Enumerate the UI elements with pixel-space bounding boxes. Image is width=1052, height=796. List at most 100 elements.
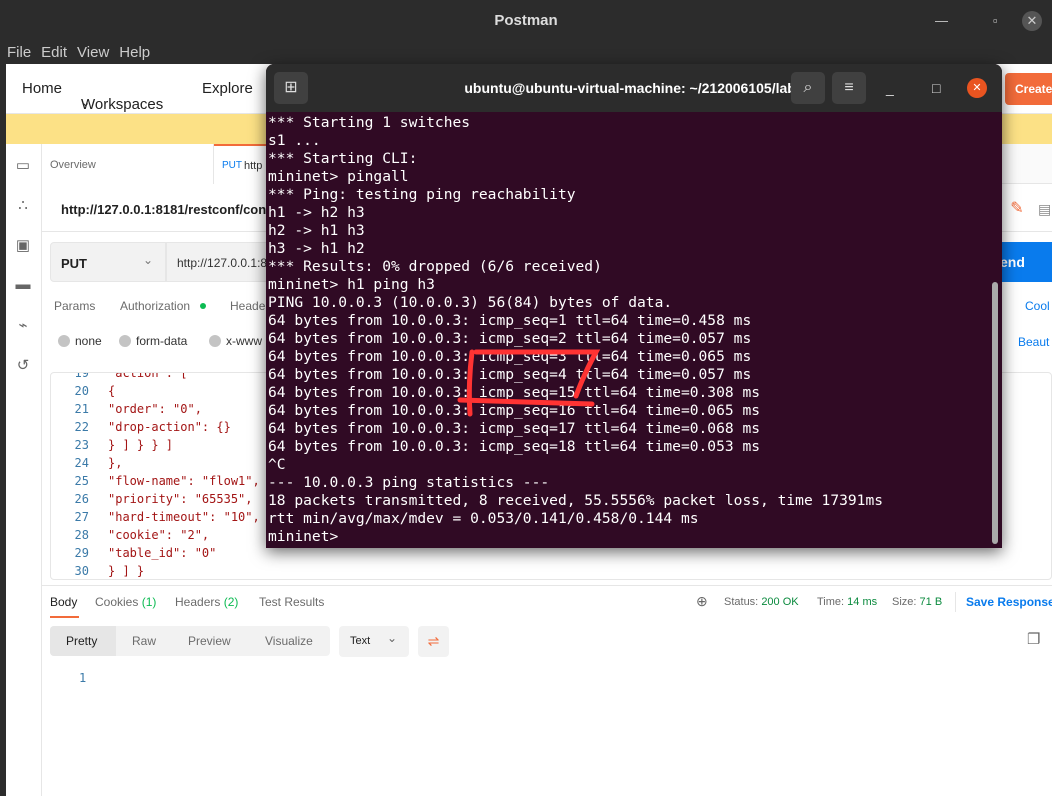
resp-tab-headers[interactable]: Headers (2) [175, 595, 238, 609]
apis-icon[interactable]: ∴ [14, 196, 32, 214]
red-annotation-bracket [457, 349, 601, 417]
line-number: 26 [74, 492, 89, 506]
line-number: 27 [74, 510, 89, 524]
menu-help[interactable]: Help [119, 44, 150, 61]
terminal-line: 64 bytes from 10.0.0.3: icmp_seq=2 ttl=6… [268, 330, 752, 347]
menu-icon[interactable]: ≡ [832, 72, 866, 104]
menu-view[interactable]: View [77, 44, 109, 61]
close-icon[interactable]: ✕ [967, 78, 987, 98]
response-line-number: 1 [79, 671, 87, 685]
divider [42, 585, 1052, 586]
code-line: "action": [ [108, 372, 188, 380]
terminal-line: rtt min/avg/max/mdev = 0.053/0.141/0.458… [268, 510, 699, 527]
view-preview[interactable]: Preview [188, 634, 231, 648]
terminal-line: h3 -> h1 h2 [268, 240, 365, 257]
code-line: "priority": "65535", [108, 492, 253, 506]
create-button[interactable]: Create [1005, 73, 1052, 105]
terminal-title: ubuntu@ubuntu-virtual-machine: ~/2120061… [464, 80, 804, 96]
copy-icon[interactable]: ❐ [1027, 630, 1040, 648]
format-value: Text [350, 635, 371, 647]
code-line: "cookie": "2", [108, 528, 210, 542]
terminal-line: PING 10.0.0.3 (10.0.0.3) 56(84) bytes of… [268, 294, 673, 311]
size-label: Size: [892, 596, 917, 608]
chevron-down-icon: ⌄ [81, 97, 91, 109]
terminal-line: 64 bytes from 10.0.0.3: icmp_seq=4 ttl=6… [268, 366, 752, 383]
active-tab-indicator [50, 616, 79, 618]
wrap-lines-icon[interactable]: ⇌ [418, 626, 449, 657]
subtab-params[interactable]: Params [54, 299, 95, 313]
comments-icon[interactable]: ▤ [1038, 195, 1051, 223]
status-value: 200 OK [761, 596, 799, 608]
nav-workspaces-label: Workspaces [81, 96, 164, 113]
terminal-scrollbar[interactable] [992, 282, 998, 544]
line-number: 29 [74, 546, 89, 560]
line-number: 19 [74, 372, 89, 380]
resp-tab-cookies[interactable]: Cookies (1) [95, 595, 156, 609]
radio-x-www-form[interactable] [209, 335, 221, 347]
chevron-down-icon: ⌄ [143, 253, 154, 267]
terminal-line: 64 bytes from 10.0.0.3: icmp_seq=17 ttl=… [268, 420, 761, 437]
line-number: 30 [74, 564, 89, 578]
cookies-link[interactable]: Cool [1025, 299, 1050, 313]
terminal-line: h2 -> h1 h3 [268, 222, 365, 239]
monitors-icon[interactable]: ⌁ [14, 316, 32, 334]
code-line: }, [108, 456, 123, 470]
format-select[interactable]: Text ⌄ [339, 626, 409, 657]
beautify-link[interactable]: Beaut [1018, 335, 1049, 349]
maximize-button[interactable]: ▫ [993, 0, 998, 42]
size-info: Size: 71 B [892, 596, 942, 608]
sidebar: ▭ ∴ ▣ ▬ ⌁ ↺ [6, 144, 42, 796]
url-input[interactable]: http://127.0.0.1:8 [166, 242, 276, 282]
maximize-icon[interactable]: □ [932, 64, 940, 112]
code-line: } ] } [108, 564, 145, 578]
tab-request[interactable]: PUT http [214, 144, 274, 184]
radio-none[interactable] [58, 335, 70, 347]
send-button[interactable]: end [1000, 242, 1052, 282]
subtab-headers[interactable]: Heade [230, 299, 265, 313]
url-value: http://127.0.0.1:8 [177, 256, 268, 270]
search-icon[interactable]: ⌕ [791, 72, 825, 104]
save-response-button[interactable]: Save Response [966, 595, 1052, 609]
resp-tab-body[interactable]: Body [50, 595, 77, 609]
minimize-button[interactable]: — [935, 0, 948, 42]
menu-edit[interactable]: Edit [41, 44, 67, 61]
menu-file[interactable]: File [7, 44, 31, 61]
tab-overview[interactable]: Overview [42, 144, 214, 184]
resp-tab-tests[interactable]: Test Results [259, 595, 324, 609]
radio-form-data-label: form-data [136, 334, 188, 348]
headers-count: (2) [223, 595, 239, 609]
terminal-line: s1 ... [268, 132, 321, 149]
terminal-line: mininet> [268, 528, 348, 545]
minimize-icon[interactable]: _ [886, 64, 894, 112]
terminal-line: 64 bytes from 10.0.0.3: icmp_seq=18 ttl=… [268, 438, 761, 455]
code-line: } ] } } ] [108, 438, 174, 452]
view-mode-tabs: Pretty Raw Preview Visualize [50, 626, 330, 656]
terminal-window[interactable]: ⊞ ubuntu@ubuntu-virtual-machine: ~/21200… [266, 64, 1002, 548]
method-select[interactable]: PUT ⌄ [50, 242, 166, 282]
mock-servers-icon[interactable]: ▬ [14, 276, 32, 294]
close-button[interactable]: ✕ [1022, 11, 1042, 31]
history-icon[interactable]: ↺ [14, 356, 32, 374]
view-visualize[interactable]: Visualize [265, 634, 313, 648]
code-line: "drop-action": {} [108, 420, 231, 434]
edit-icon[interactable]: ✎ [1003, 195, 1031, 223]
new-tab-icon[interactable]: ⊞ [274, 72, 308, 104]
menu-bar: File Edit View Help [0, 42, 1052, 64]
subtab-authorization[interactable]: Authorization [120, 299, 190, 313]
nav-explore[interactable]: Explore [202, 80, 253, 97]
terminal-line: *** Starting CLI: [268, 150, 418, 167]
view-pretty-label: Pretty [66, 634, 98, 648]
radio-form-data[interactable] [119, 335, 131, 347]
terminal-line: 18 packets transmitted, 8 received, 55.5… [268, 492, 884, 509]
view-raw[interactable]: Raw [132, 634, 156, 648]
environments-icon[interactable]: ▣ [14, 236, 32, 254]
cookies-label: Cookies [95, 595, 139, 609]
radio-none-label: none [75, 334, 102, 348]
collections-icon[interactable]: ▭ [14, 156, 32, 174]
terminal-titlebar: ⊞ ubuntu@ubuntu-virtual-machine: ~/21200… [266, 64, 1002, 112]
view-pretty[interactable]: Pretty [50, 626, 116, 656]
tab-url: http [244, 160, 263, 172]
nav-home[interactable]: Home [22, 80, 62, 97]
tab-method: PUT [222, 160, 242, 171]
line-number: 21 [74, 402, 89, 416]
